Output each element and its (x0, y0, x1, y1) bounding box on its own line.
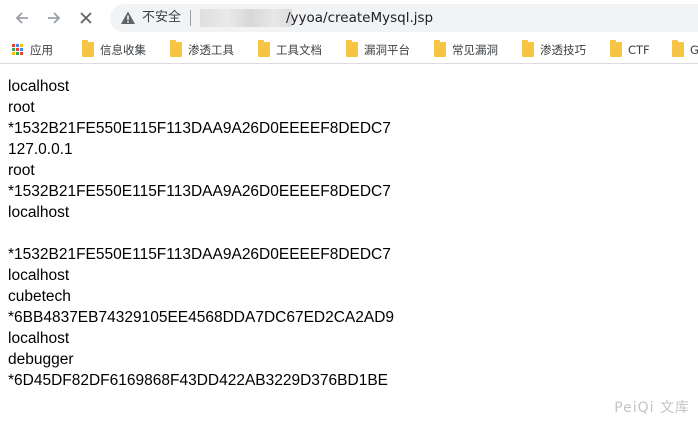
arrow-left-icon (15, 12, 28, 24)
omnibox-divider (190, 10, 191, 26)
browser-toolbar: 不安全 /yyoa/createMysql.jsp (0, 0, 698, 36)
content-line: *1532B21FE550E115F113DAA9A26D0EEEEF8DEDC… (8, 246, 391, 263)
content-line: localhost (8, 267, 70, 284)
content-line: cubetech (8, 288, 71, 305)
apps-grid-icon (12, 43, 24, 56)
content-line: root (8, 99, 35, 116)
bookmark-label: 渗透工具 (188, 42, 234, 57)
bookmark-folder[interactable]: 信息收集 (82, 36, 146, 63)
bookmark-label: 工具文档 (276, 42, 322, 57)
security-status-label[interactable]: 不安全 (142, 9, 181, 27)
bookmark-label: G (690, 43, 698, 57)
bookmark-apps[interactable]: 应用 (12, 36, 53, 63)
content-line: *1532B21FE550E115F113DAA9A26D0EEEEF8DEDC… (8, 183, 391, 200)
content-line: root (8, 162, 35, 179)
bookmark-label: 漏洞平台 (364, 42, 410, 57)
bookmark-label: 信息收集 (100, 42, 146, 57)
bookmark-folder[interactable]: G (672, 36, 698, 63)
content-line: *6D45DF82DF6169868F43DD422AB3229D376BD1B… (8, 372, 388, 389)
close-icon (80, 12, 92, 24)
folder-icon (258, 40, 270, 57)
page-content: localhost root *1532B21FE550E115F113DAA9… (8, 76, 688, 391)
bookmark-label: CTF (628, 42, 650, 57)
content-line: localhost (8, 78, 70, 95)
bookmark-folder[interactable]: 渗透技巧 (522, 36, 586, 63)
content-line: *1532B21FE550E115F113DAA9A26D0EEEEF8DEDC… (8, 120, 391, 137)
folder-icon (346, 40, 358, 57)
content-line (8, 223, 688, 244)
forward-button[interactable] (42, 6, 66, 30)
content-line: *6BB4837EB74329105EE4568DDA7DC67ED2CA2AD… (8, 309, 395, 326)
bookmark-folder[interactable]: 渗透工具 (170, 36, 234, 63)
stop-loading-button[interactable] (74, 6, 98, 30)
bookmarks-bar: 应用 信息收集 渗透工具 工具文档 漏洞平台 常见漏洞 渗透技巧 CTF G (0, 36, 698, 64)
content-line: 127.0.0.1 (8, 141, 73, 158)
watermark-text: PeiQi 文库 (614, 400, 690, 416)
folder-icon (610, 40, 622, 57)
content-line: debugger (8, 351, 74, 368)
bookmark-label: 渗透技巧 (540, 42, 586, 57)
folder-icon (170, 40, 182, 57)
bookmark-label: 常见漏洞 (452, 42, 498, 57)
bookmark-folder[interactable]: 漏洞平台 (346, 36, 410, 63)
url-path-text[interactable]: /yyoa/createMysql.jsp (286, 9, 433, 27)
content-line: localhost (8, 330, 70, 347)
bookmark-folder[interactable]: 常见漏洞 (434, 36, 498, 63)
redacted-hostname (200, 9, 292, 27)
warning-triangle-icon[interactable] (120, 10, 136, 26)
back-button[interactable] (10, 6, 34, 30)
folder-icon (434, 40, 446, 57)
bookmark-folder[interactable]: 工具文档 (258, 36, 322, 63)
arrow-right-icon (48, 12, 61, 24)
content-line: localhost (8, 204, 70, 221)
folder-icon (82, 40, 94, 57)
bookmark-label: 应用 (30, 42, 53, 57)
folder-icon (672, 40, 684, 57)
address-bar[interactable]: 不安全 /yyoa/createMysql.jsp (110, 4, 698, 32)
bookmark-folder[interactable]: CTF (610, 36, 650, 63)
folder-icon (522, 40, 534, 57)
